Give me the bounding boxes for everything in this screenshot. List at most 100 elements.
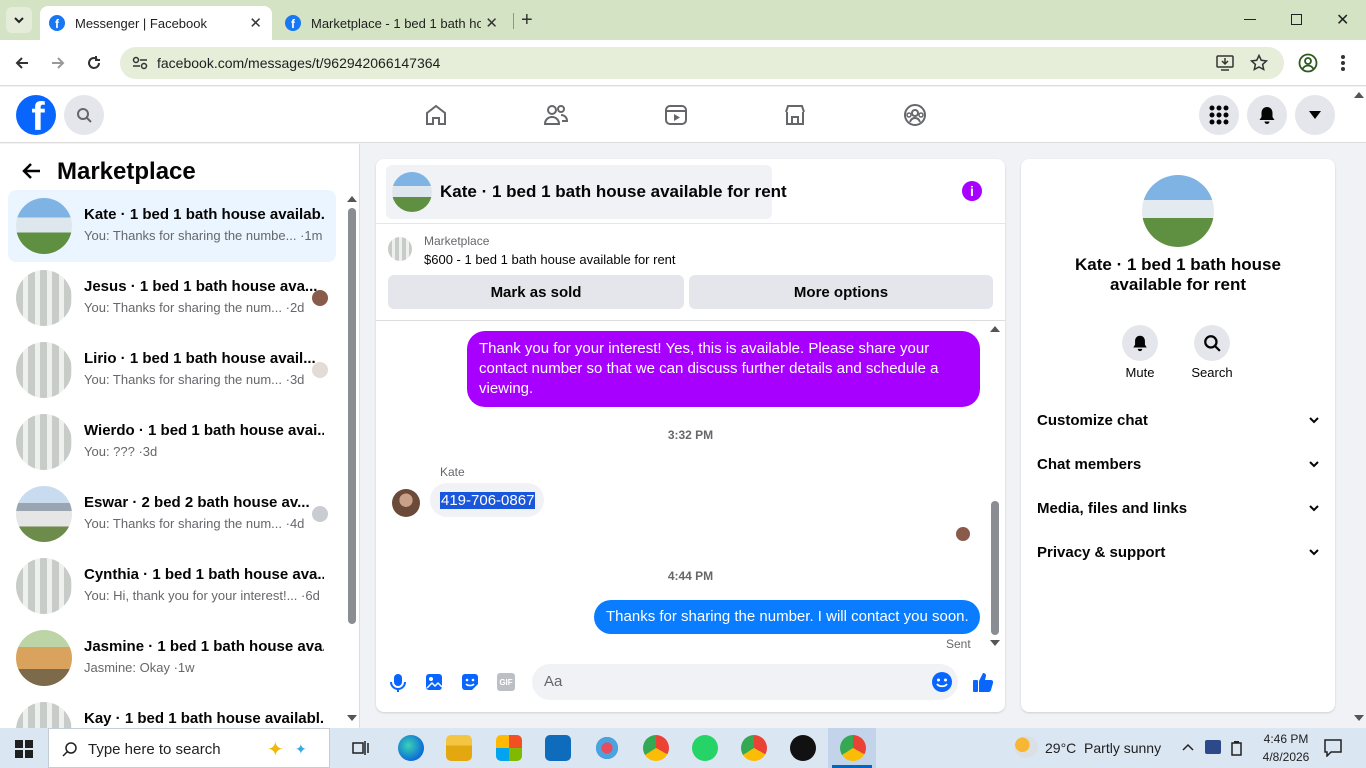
conversation-item[interactable]: Jasmine · 1 bed 1 bath house ava... Jasm… — [8, 622, 336, 694]
back-arrow-icon[interactable] — [21, 162, 41, 180]
gif-icon[interactable]: GIF — [497, 673, 515, 691]
tab-messenger[interactable]: f Messenger | Facebook ✕ — [40, 6, 272, 40]
conversation-item[interactable]: Cynthia · 1 bed 1 bath house ava... You:… — [8, 550, 336, 622]
chrome-active-icon[interactable] — [840, 735, 866, 761]
more-options-button[interactable]: More options — [689, 275, 993, 309]
install-app-icon[interactable] — [1216, 55, 1234, 71]
sender-avatar — [392, 489, 420, 517]
incoming-message[interactable]: 419-706-0867 — [430, 483, 544, 517]
mute-button[interactable] — [1122, 325, 1158, 361]
close-tab-icon[interactable]: ✕ — [249, 14, 262, 32]
task-view-icon[interactable] — [352, 740, 370, 756]
back-icon[interactable] — [14, 55, 30, 71]
conversation-item[interactable]: Eswar · 2 bed 2 bath house av... You: Th… — [8, 478, 336, 550]
groups-icon[interactable] — [903, 103, 927, 127]
clock-date[interactable]: 4/8/2026 — [1258, 750, 1314, 764]
close-tab-icon[interactable]: ✕ — [485, 14, 498, 32]
thumbs-up-icon[interactable] — [972, 671, 994, 693]
conversation-item[interactable]: Kay · 1 bed 1 bath house availabl... — [8, 694, 336, 728]
weather-icon[interactable] — [1014, 736, 1038, 758]
bell-icon — [1133, 335, 1147, 352]
chat-header[interactable]: Kate · 1 bed 1 bath house available for … — [386, 165, 787, 219]
menu-button[interactable] — [1199, 95, 1239, 135]
whatsapp-icon[interactable] — [692, 735, 718, 761]
edge-icon[interactable] — [398, 735, 424, 761]
address-bar[interactable]: facebook.com/messages/t/962942066147364 — [120, 47, 1284, 79]
phone-number-text[interactable]: 419-706-0867 — [440, 491, 536, 509]
search-highlight-icon: ✦ — [295, 741, 307, 757]
new-tab-icon[interactable]: + — [521, 9, 533, 32]
search-button[interactable] — [64, 95, 104, 135]
listing-thumbnail — [16, 558, 72, 614]
mark-as-sold-button[interactable]: Mark as sold — [388, 275, 684, 309]
search-icon — [62, 742, 77, 757]
info-button[interactable]: i — [962, 181, 982, 201]
chrome-profile-icon[interactable] — [643, 735, 669, 761]
tab-marketplace[interactable]: f Marketplace - 1 bed 1 bath hou ✕ — [276, 6, 508, 40]
video-icon[interactable] — [664, 103, 688, 127]
windows-start-icon[interactable] — [15, 740, 33, 758]
outgoing-message[interactable]: Thank you for your interest! Yes, this i… — [467, 331, 980, 407]
conversation-item[interactable]: Lirio · 1 bed 1 bath house avail... You:… — [8, 334, 336, 406]
bookmark-star-icon[interactable] — [1250, 54, 1268, 72]
conversation-name: Eswar · 2 bed 2 bath house av... — [84, 494, 310, 511]
message-input[interactable]: Aa — [532, 664, 958, 700]
conversation-item[interactable]: Jesus · 1 bed 1 bath house ava... You: T… — [8, 262, 336, 334]
home-icon[interactable] — [424, 103, 448, 127]
scrollbar-down-arrow[interactable] — [990, 640, 1000, 646]
clock-time[interactable]: 4:46 PM — [1258, 732, 1314, 746]
tiktok-icon[interactable] — [790, 735, 816, 761]
account-button[interactable] — [1295, 95, 1335, 135]
restore-icon[interactable] — [1291, 14, 1302, 25]
minimize-icon[interactable] — [1244, 19, 1256, 20]
facebook-logo-icon[interactable]: f — [16, 95, 56, 135]
battery-icon[interactable] — [1230, 741, 1244, 757]
scrollbar-thumb[interactable] — [348, 208, 356, 624]
marketplace-icon[interactable] — [783, 103, 807, 127]
conversation-item[interactable]: Wierdo · 1 bed 1 bath house avai... You:… — [8, 406, 336, 478]
listing-price[interactable]: $600 - 1 bed 1 bath house available for … — [424, 252, 676, 267]
forward-icon[interactable] — [50, 55, 66, 71]
sticker-icon[interactable] — [461, 673, 479, 691]
microphone-icon[interactable] — [390, 673, 406, 693]
snipping-tool-icon[interactable] — [594, 735, 620, 761]
show-hidden-icons-icon[interactable] — [1182, 743, 1194, 751]
friends-icon[interactable] — [543, 103, 569, 127]
notifications-button[interactable] — [1247, 95, 1287, 135]
privacy-support-section[interactable]: Privacy & support — [1037, 537, 1319, 567]
timestamp: 4:44 PM — [667, 569, 714, 583]
chrome-icon[interactable] — [741, 735, 767, 761]
reload-icon[interactable] — [86, 55, 102, 71]
listing-thumbnail — [16, 414, 72, 470]
outlook-icon[interactable] — [545, 735, 571, 761]
customize-chat-section[interactable]: Customize chat — [1037, 405, 1319, 435]
scrollbar-thumb[interactable] — [991, 501, 999, 635]
listing-thumbnail — [16, 342, 72, 398]
browser-menu-icon[interactable] — [1341, 55, 1345, 71]
microsoft-store-icon[interactable] — [496, 735, 522, 761]
scrollbar-up-arrow[interactable] — [990, 326, 1000, 332]
search-chat-button[interactable] — [1194, 325, 1230, 361]
notifications-center-icon[interactable] — [1324, 739, 1342, 757]
photo-icon[interactable] — [425, 673, 443, 691]
scrollbar-down-arrow[interactable] — [347, 715, 357, 721]
taskbar-search-box[interactable]: Type here to search ✦ ✦ — [48, 728, 330, 768]
profile-icon[interactable] — [1298, 53, 1318, 73]
file-explorer-icon[interactable] — [446, 735, 472, 761]
section-label: Customize chat — [1037, 411, 1148, 429]
close-window-icon[interactable]: ✕ — [1336, 10, 1349, 30]
tab-search-button[interactable] — [6, 7, 32, 33]
page-scrollbar-down-arrow[interactable] — [1354, 715, 1364, 721]
weather-text[interactable]: 29°C Partly sunny — [1045, 740, 1161, 756]
emoji-icon[interactable] — [932, 672, 952, 692]
conversation-item[interactable]: Kate · 1 bed 1 bath house availab... You… — [8, 190, 336, 262]
section-label: Chat members — [1037, 455, 1142, 473]
chat-members-section[interactable]: Chat members — [1037, 449, 1319, 479]
scrollbar-up-arrow[interactable] — [347, 196, 357, 202]
url-text: facebook.com/messages/t/962942066147364 — [157, 55, 441, 71]
page-scrollbar-up-arrow[interactable] — [1354, 92, 1364, 98]
site-settings-icon[interactable] — [132, 56, 148, 70]
media-files-links-section[interactable]: Media, files and links — [1037, 493, 1319, 523]
outgoing-message[interactable]: Thanks for sharing the number. I will co… — [594, 600, 980, 634]
network-icon[interactable] — [1205, 740, 1221, 754]
